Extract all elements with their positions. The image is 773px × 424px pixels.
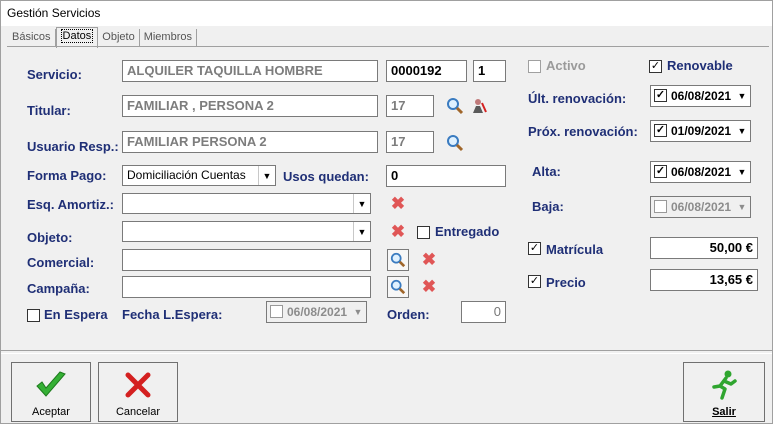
forma-pago-label: Forma Pago:	[27, 168, 107, 183]
fecha-espera-value: 06/08/2021	[287, 305, 348, 319]
prox-renovacion-value: 01/09/2021	[671, 124, 732, 138]
baja-value: 06/08/2021	[671, 200, 732, 214]
running-man-icon	[708, 363, 740, 406]
servicio-label: Servicio:	[27, 67, 82, 82]
titular-field[interactable]: FAMILIAR , PERSONA 2	[122, 95, 378, 117]
servicio-num-field[interactable]: 1	[473, 60, 506, 82]
esq-select[interactable]: ▼	[122, 193, 371, 214]
forma-pago-select[interactable]: Domiciliación Cuentas ▼	[122, 165, 276, 186]
usuario-code-field[interactable]: 17	[386, 131, 434, 153]
chevron-down-icon[interactable]: ▼	[735, 163, 749, 181]
tab-objeto[interactable]: Objeto	[98, 29, 140, 46]
salir-button[interactable]: Salir	[683, 362, 765, 422]
usuario-field[interactable]: FAMILIAR PERSONA 2	[122, 131, 378, 153]
usos-label: Usos quedan:	[283, 169, 369, 184]
search-comercial-icon[interactable]	[387, 249, 409, 271]
alta-checkbox[interactable]: ✓	[654, 165, 667, 178]
objeto-label: Objeto:	[27, 230, 73, 245]
en-espera-label: En Espera	[44, 307, 108, 322]
entregado-checkbox[interactable]	[417, 226, 430, 239]
baja-label: Baja:	[532, 199, 564, 214]
chevron-down-icon: ▼	[353, 307, 363, 317]
ult-renovacion-date[interactable]: ✓ 06/08/2021 ▼	[650, 85, 751, 107]
chevron-down-icon[interactable]: ▼	[258, 166, 275, 185]
orden-field[interactable]: 0	[461, 301, 506, 323]
en-espera-checkbox[interactable]	[27, 309, 40, 322]
objeto-select[interactable]: ▼	[122, 221, 371, 242]
title-bar: Gestión Servicios	[1, 1, 772, 26]
usos-field[interactable]: 0	[386, 165, 506, 187]
ult-renovacion-label: Últ. renovación:	[528, 91, 627, 106]
fecha-espera-label: Fecha L.Espera:	[122, 307, 223, 322]
alta-date[interactable]: ✓ 06/08/2021 ▼	[650, 161, 751, 183]
fecha-espera-checkbox	[270, 305, 283, 318]
salir-label: Salir	[712, 406, 736, 418]
comercial-label: Comercial:	[27, 255, 95, 270]
activo-checkbox[interactable]	[528, 60, 541, 73]
titular-code-field[interactable]: 17	[386, 95, 434, 117]
search-titular-icon[interactable]	[444, 95, 466, 117]
servicio-code-field[interactable]: 0000192	[386, 60, 467, 82]
delete-esq-icon[interactable]: ✖	[387, 193, 409, 215]
comercial-field[interactable]	[122, 249, 371, 271]
delete-comercial-icon[interactable]: ✖	[418, 249, 440, 271]
prox-renovacion-date[interactable]: ✓ 01/09/2021 ▼	[650, 120, 751, 142]
renovable-label: Renovable	[667, 58, 733, 73]
ult-renovacion-value: 06/08/2021	[671, 89, 732, 103]
orden-label: Orden:	[387, 307, 430, 322]
aceptar-button[interactable]: Aceptar	[11, 362, 91, 422]
precio-label: Precio	[546, 275, 586, 290]
delete-objeto-icon[interactable]: ✖	[387, 221, 409, 243]
checkmark-icon	[34, 363, 68, 406]
prox-renovacion-checkbox[interactable]: ✓	[654, 124, 667, 137]
precio-field[interactable]: 13,65 €	[650, 269, 758, 291]
window: Gestión Servicios Básicos Datos Objeto M…	[0, 0, 773, 424]
tab-datos[interactable]: Datos	[55, 27, 99, 48]
chevron-down-icon[interactable]: ▼	[735, 87, 749, 105]
tab-bar: Básicos Datos Objeto Miembros	[8, 27, 197, 48]
campana-label: Campaña:	[27, 281, 90, 296]
divider	[1, 350, 772, 354]
servicio-field[interactable]: ALQUILER TAQUILLA HOMBRE	[122, 60, 378, 82]
usuario-label: Usuario Resp.:	[27, 139, 119, 154]
matricula-label: Matrícula	[546, 242, 604, 257]
ult-renovacion-checkbox[interactable]: ✓	[654, 89, 667, 102]
titular-label: Titular:	[27, 103, 71, 118]
activo-label: Activo	[546, 58, 586, 73]
renovable-checkbox[interactable]: ✓	[649, 60, 662, 73]
baja-checkbox[interactable]	[654, 200, 667, 213]
chevron-down-icon[interactable]: ▼	[735, 198, 749, 216]
datos-panel: Servicio: ALQUILER TAQUILLA HOMBRE 00001…	[7, 46, 769, 347]
cross-icon	[124, 363, 152, 406]
forma-pago-value: Domiciliación Cuentas	[127, 168, 246, 182]
cancelar-label: Cancelar	[115, 406, 161, 418]
matricula-checkbox[interactable]: ✓	[528, 242, 541, 255]
campana-field[interactable]	[122, 276, 371, 298]
tab-basicos[interactable]: Básicos	[8, 29, 56, 46]
chevron-down-icon[interactable]: ▼	[353, 194, 370, 213]
baja-date[interactable]: 06/08/2021 ▼	[650, 196, 751, 218]
alta-label: Alta:	[532, 164, 561, 179]
prox-renovacion-label: Próx. renovación:	[528, 124, 638, 139]
chevron-down-icon[interactable]: ▼	[735, 122, 749, 140]
person-edit-icon[interactable]	[468, 95, 490, 117]
esq-label: Esq. Amortiz.:	[27, 197, 114, 212]
window-title: Gestión Servicios	[7, 6, 101, 20]
search-usuario-icon[interactable]	[444, 132, 466, 154]
fecha-espera-date: 06/08/2021 ▼	[266, 301, 367, 323]
entregado-label: Entregado	[435, 224, 500, 239]
cancelar-button[interactable]: Cancelar	[98, 362, 178, 422]
tab-miembros[interactable]: Miembros	[140, 29, 197, 46]
alta-value: 06/08/2021	[671, 165, 732, 179]
search-campana-icon[interactable]	[387, 276, 409, 298]
matricula-field[interactable]: 50,00 €	[650, 237, 758, 259]
aceptar-label: Aceptar	[32, 406, 70, 418]
tab-datos-label: Datos	[60, 29, 94, 43]
precio-checkbox[interactable]: ✓	[528, 275, 541, 288]
delete-campana-icon[interactable]: ✖	[418, 276, 440, 298]
chevron-down-icon[interactable]: ▼	[353, 222, 370, 241]
